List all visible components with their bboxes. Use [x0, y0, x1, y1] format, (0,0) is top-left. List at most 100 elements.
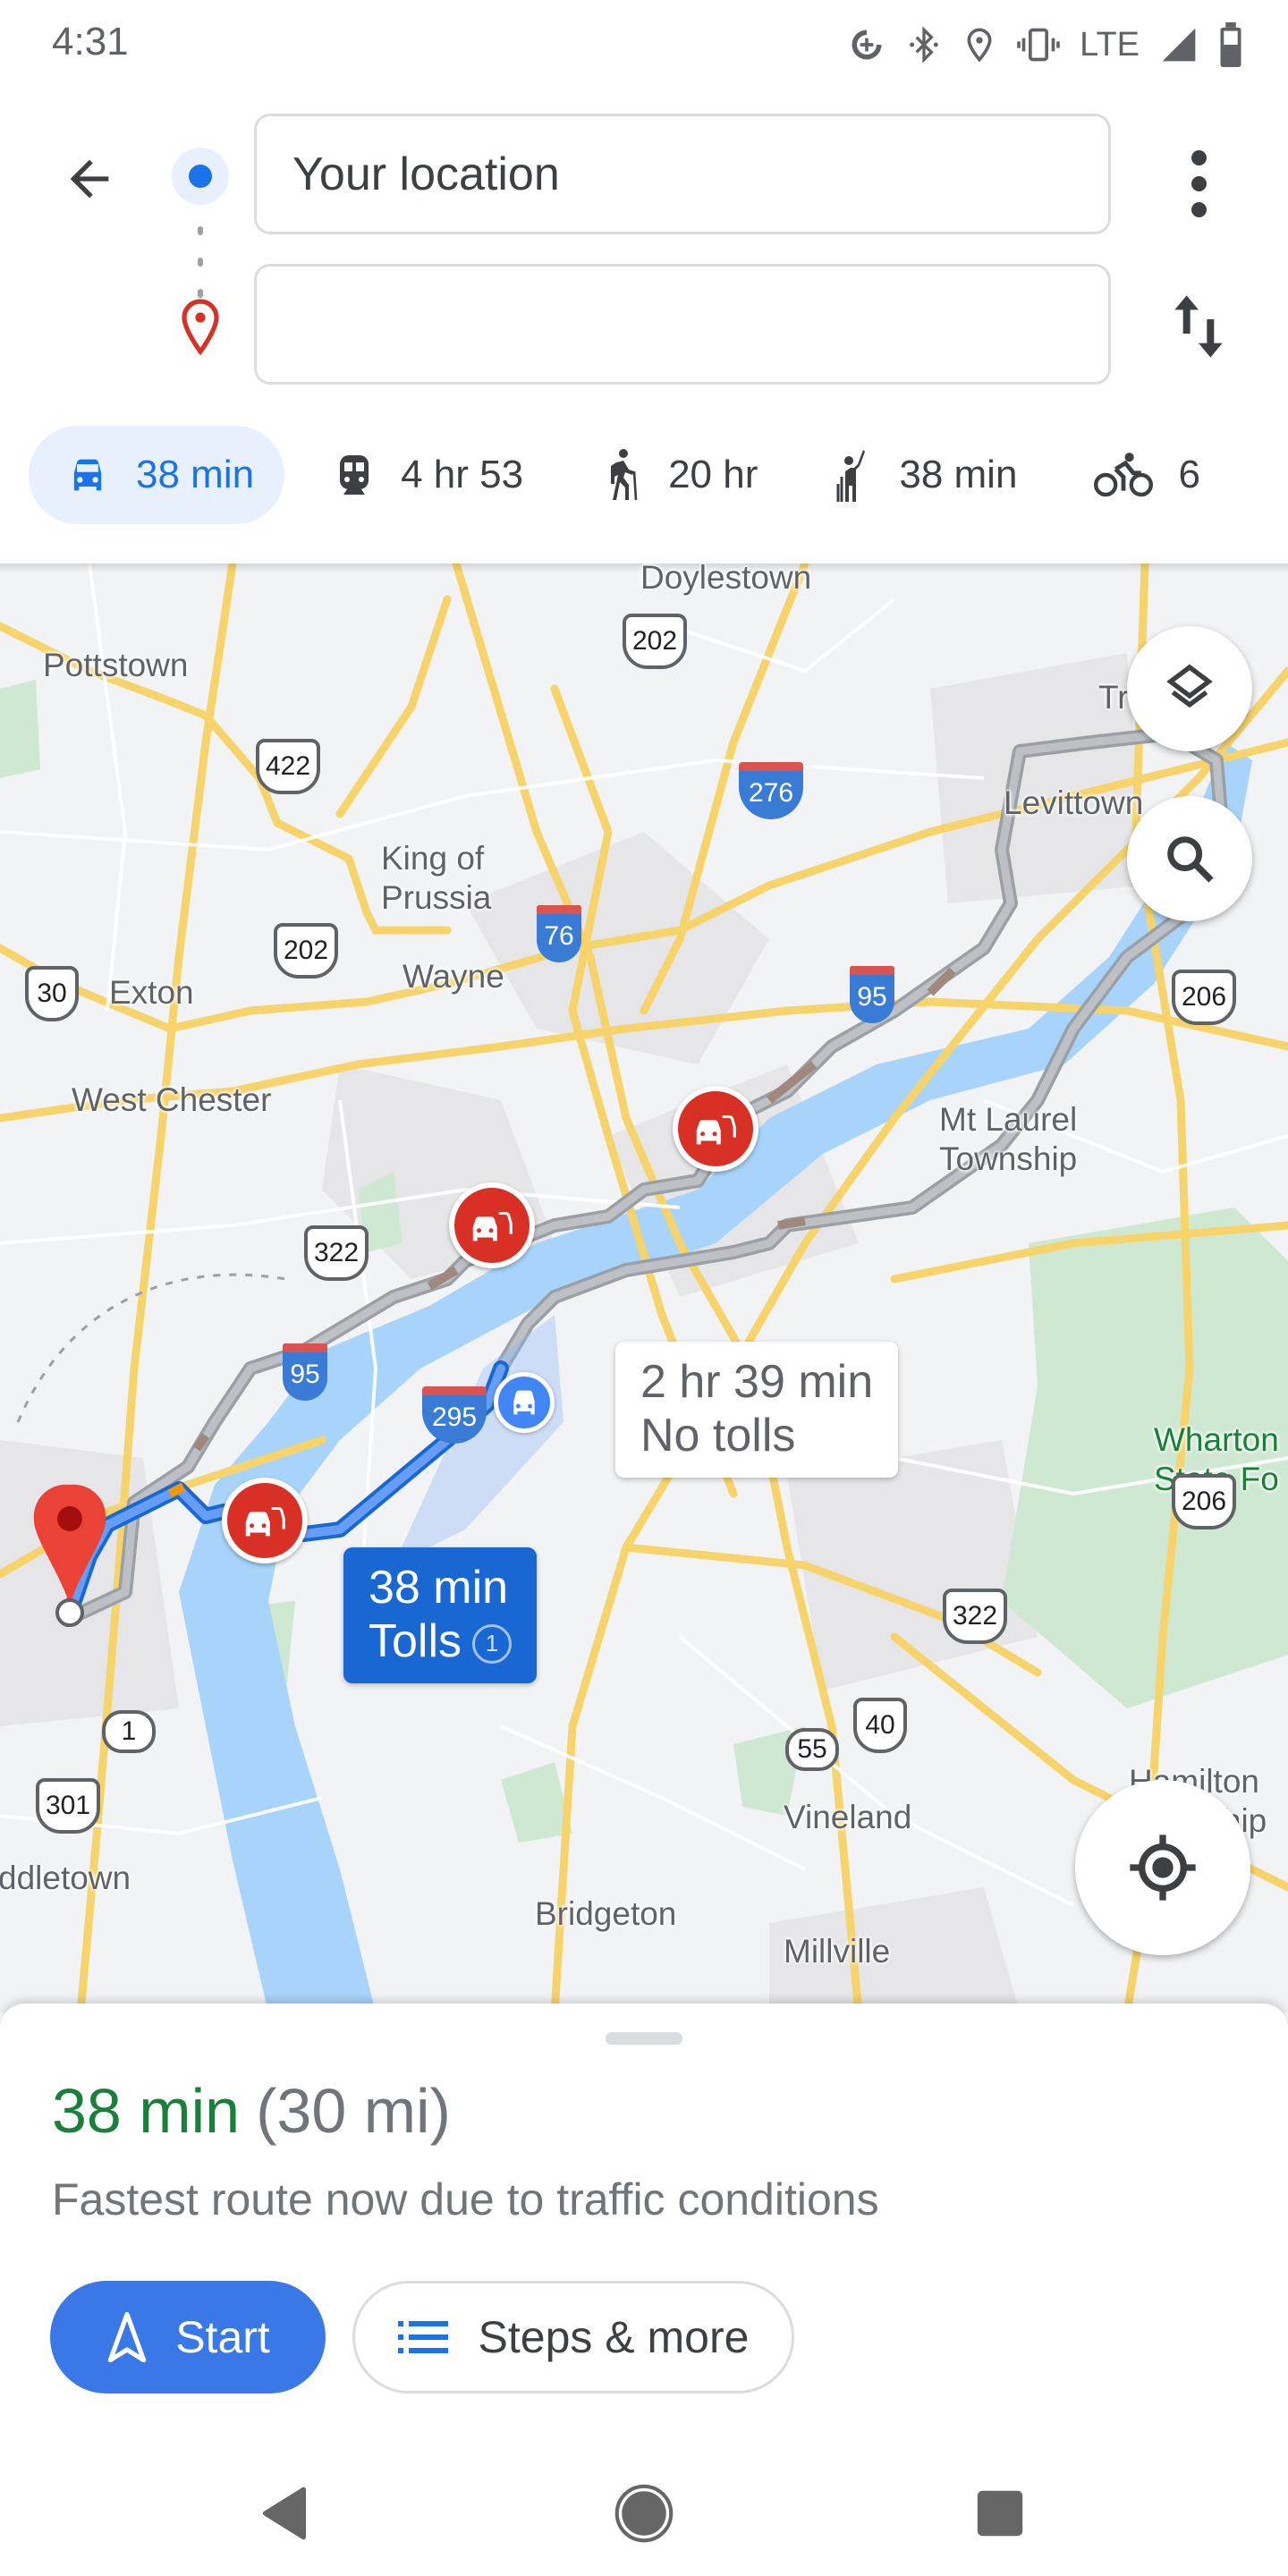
- start-button[interactable]: Start: [50, 2281, 326, 2394]
- tab-cycling-label: 6: [1178, 453, 1200, 496]
- place-label: Mt Laurel Township: [939, 1101, 1078, 1177]
- nav-recents-icon: [977, 2490, 1023, 2537]
- origin-field[interactable]: [254, 114, 1111, 234]
- train-icon: [340, 455, 369, 495]
- traffic-jam-icon: [245, 1506, 285, 1537]
- route-shield: 202: [274, 923, 338, 979]
- recenter-button[interactable]: [1075, 1780, 1250, 1955]
- nav-home-icon: [614, 2484, 674, 2543]
- nav-recents-button[interactable]: [955, 2469, 1045, 2558]
- layers-icon: [1166, 664, 1213, 708]
- bluetooth-icon: [910, 26, 938, 64]
- route-shield: 202: [623, 614, 687, 669]
- traffic-incident-pin[interactable]: [673, 1086, 758, 1172]
- tab-driving-label: 38 min: [136, 453, 255, 496]
- route-shield: 55: [785, 1728, 839, 1771]
- traffic-jam-icon: [696, 1114, 736, 1145]
- back-button[interactable]: [54, 143, 125, 215]
- nav-back-icon: [262, 2487, 306, 2540]
- swap-button[interactable]: [1163, 282, 1234, 371]
- travel-mode-tabs: 38 min 4 hr 53 20 hr 38 min 6: [0, 426, 1288, 524]
- route-description: Fastest route now due to traffic conditi…: [52, 2174, 879, 2224]
- more-vert-icon: [1191, 149, 1207, 165]
- status-bar: 4:31 LTE: [0, 0, 1288, 94]
- main-route-note: Tolls: [369, 1614, 462, 1667]
- alternate-route-callout[interactable]: 2 hr 39 min No tolls: [615, 1342, 899, 1478]
- route-shield: 30: [25, 966, 79, 1021]
- alternate-route-duration: 2 hr 39 min: [640, 1356, 874, 1408]
- place-label: West Chester: [72, 1081, 272, 1118]
- bike-icon: [1094, 453, 1154, 497]
- traffic-incident-pin[interactable]: [222, 1478, 308, 1563]
- tab-transit-label: 4 hr 53: [401, 453, 524, 496]
- data-saver-icon: [852, 30, 882, 60]
- route-connector: [198, 226, 203, 298]
- destination-pin-icon: [182, 299, 219, 355]
- steps-button-label: Steps & more: [478, 2312, 750, 2362]
- traffic-incident-pin[interactable]: [449, 1182, 535, 1268]
- vibrate-icon: [1017, 28, 1060, 62]
- place-label: Wayne: [402, 958, 504, 995]
- location-icon: [967, 28, 992, 63]
- place-label: Vineland: [784, 1799, 912, 1835]
- route-shield: 95: [850, 966, 894, 1023]
- steps-and-more-button[interactable]: Steps & more: [352, 2281, 794, 2394]
- route-shield: 1: [102, 1710, 156, 1753]
- current-route-car-marker: [494, 1372, 555, 1433]
- directions-header: 38 min 4 hr 53 20 hr 38 min 6: [0, 94, 1288, 564]
- route-duration: 38 min: [52, 2076, 241, 2146]
- route-distance: (30 mi): [256, 2076, 451, 2146]
- more-options-button[interactable]: [1172, 139, 1225, 228]
- route-shield: 322: [304, 1225, 369, 1281]
- status-time: 4:31: [52, 20, 129, 64]
- arrow-back-icon: [70, 159, 109, 199]
- map-view[interactable]: Doylestown Pottstown King of Prussia Way…: [0, 564, 1288, 2012]
- place-label: Levittown: [1004, 784, 1144, 821]
- origin-input[interactable]: [292, 147, 1108, 201]
- nav-back-button[interactable]: [240, 2469, 329, 2558]
- navigation-icon: [107, 2312, 147, 2362]
- tab-ride-label: 38 min: [899, 453, 1018, 496]
- route-shield: 95: [283, 1343, 327, 1401]
- tab-transit[interactable]: 4 hr 53: [297, 426, 552, 524]
- main-route-duration: 38 min: [369, 1562, 509, 1614]
- start-button-label: Start: [175, 2312, 270, 2362]
- route-shield: 322: [943, 1589, 1007, 1644]
- tab-cycling[interactable]: 6: [1058, 426, 1228, 524]
- system-nav-bar: [0, 2451, 1288, 2576]
- car-icon: [513, 1390, 535, 1415]
- tab-ride[interactable]: 38 min: [799, 426, 1046, 524]
- route-shield: 206: [1172, 970, 1236, 1025]
- search-icon: [1167, 836, 1214, 883]
- list-icon: [397, 2321, 448, 2353]
- sheet-drag-handle[interactable]: [606, 2032, 682, 2045]
- origin-dot-icon: [172, 148, 229, 205]
- car-icon: [73, 459, 102, 491]
- network-type: LTE: [1080, 25, 1140, 64]
- status-icons: LTE: [847, 18, 1243, 72]
- route-shield: 206: [1172, 1474, 1236, 1530]
- layers-button[interactable]: [1127, 626, 1252, 751]
- place-label: King of Prussia: [381, 840, 492, 916]
- tab-walking-label: 20 hr: [668, 453, 758, 496]
- place-label: Millville: [784, 1933, 891, 1970]
- destination-input[interactable]: [292, 297, 1108, 352]
- route-summary-sheet: 38 min (30 mi) Fastest route now due to t…: [0, 2004, 1288, 2451]
- place-label: Exton: [109, 974, 194, 1011]
- signal-icon: [1162, 28, 1196, 62]
- route-shield: 76: [537, 905, 581, 962]
- route-summary: 38 min (30 mi): [52, 2075, 451, 2147]
- nav-home-button[interactable]: [599, 2469, 689, 2558]
- destination-field[interactable]: [254, 264, 1111, 385]
- tab-walking[interactable]: 20 hr: [564, 426, 786, 524]
- place-label: Pottstown: [43, 647, 189, 683]
- place-label: ddletown: [0, 1860, 131, 1896]
- tab-driving[interactable]: 38 min: [29, 426, 285, 524]
- search-along-route-button[interactable]: [1127, 796, 1252, 921]
- battery-icon: [1220, 22, 1241, 67]
- route-shield: 422: [256, 739, 320, 794]
- route-shield: 40: [853, 1698, 907, 1753]
- hiking-icon: [611, 449, 638, 501]
- main-route-callout[interactable]: 38 min Tolls 1: [343, 1547, 538, 1683]
- map-base: [0, 564, 1288, 2012]
